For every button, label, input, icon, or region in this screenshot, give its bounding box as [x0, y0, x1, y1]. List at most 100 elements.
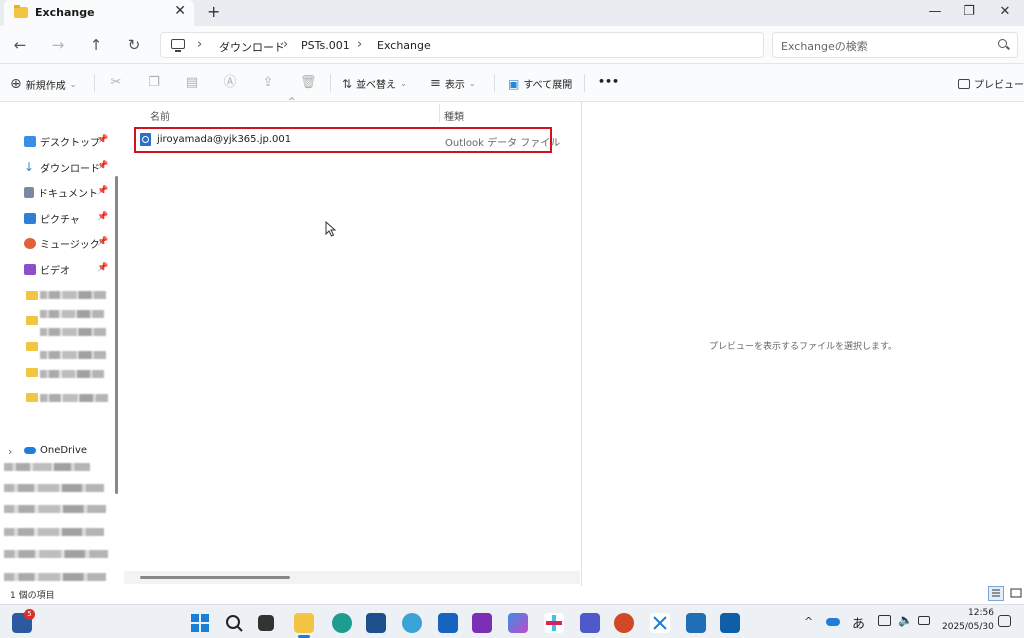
copy-icon[interactable]: ❐ — [146, 75, 162, 91]
sidebar-item-blurred[interactable] — [4, 505, 106, 513]
sort-icon: ⇅ — [342, 76, 353, 91]
sidebar-item-documents[interactable]: ドキュメント — [24, 183, 98, 201]
sort-label: 並べ替え — [356, 80, 397, 91]
notification-icon[interactable] — [998, 615, 1011, 627]
cloud-icon — [24, 446, 36, 454]
sidebar-item-blurred[interactable] — [40, 291, 106, 299]
details-view-button[interactable] — [988, 586, 1004, 601]
paste-icon[interactable]: ▤ — [184, 75, 200, 91]
refresh-button[interactable]: ↻ — [124, 36, 144, 54]
close-window-button[interactable]: ✕ — [988, 0, 1022, 22]
new-tab-button[interactable]: + — [207, 2, 220, 21]
breadcrumb-downloads[interactable]: ダウンロード — [219, 39, 285, 55]
sidebar-item-music[interactable]: ミュージック — [24, 234, 100, 252]
cut-icon[interactable]: ✂ — [108, 75, 124, 91]
address-bar[interactable]: › ダウンロード › PSTs.001 › Exchange — [160, 32, 764, 58]
sort-button[interactable]: ⇅ 並べ替え ⌄ — [342, 76, 407, 92]
divider — [94, 74, 95, 92]
forward-button[interactable]: → — [48, 36, 68, 54]
minimize-button[interactable]: — — [918, 0, 952, 22]
sidebar-item-blurred[interactable] — [4, 528, 104, 536]
chevron-down-icon: ⌄ — [69, 79, 77, 89]
search-box[interactable] — [772, 32, 1018, 58]
outlook-icon[interactable] — [438, 613, 458, 633]
snipping-tool-icon[interactable] — [650, 613, 670, 633]
edge-icon[interactable] — [332, 613, 352, 633]
sidebar-item-blurred[interactable] — [40, 351, 106, 359]
slack-icon[interactable] — [544, 613, 564, 633]
clock-date[interactable]: 2025/05/30 — [942, 622, 994, 632]
sidebar-item-blurred[interactable] — [40, 310, 104, 318]
notification-badge: 5 — [24, 609, 35, 620]
chevron-up-icon[interactable]: ^ — [804, 615, 813, 628]
delete-icon[interactable]: 🗑 — [300, 75, 317, 91]
breadcrumb-psts[interactable]: PSTs.001 — [301, 39, 350, 52]
taskbar: 5 ^ あ 🔈 — [0, 604, 1024, 638]
expand-all-button[interactable]: ▣ すべて展開 — [508, 76, 572, 92]
up-button[interactable]: ↑ — [86, 36, 106, 54]
sidebar-item-pictures[interactable]: ピクチャ — [24, 209, 80, 227]
preview-label: プレビュー — [974, 80, 1024, 91]
sidebar-item-label: ビデオ — [40, 265, 70, 277]
sidebar-item-blurred[interactable] — [40, 394, 108, 402]
sidebar-item-blurred[interactable] — [4, 573, 106, 581]
maximize-button[interactable]: ❐ — [952, 0, 986, 22]
sidebar-scrollbar[interactable] — [115, 176, 118, 494]
horizontal-scrollbar[interactable] — [140, 576, 290, 579]
column-divider[interactable] — [439, 104, 440, 122]
onenote-icon[interactable] — [472, 613, 492, 633]
more-options-button[interactable]: ••• — [598, 75, 619, 88]
powerpoint-icon[interactable] — [614, 613, 634, 633]
app-icon[interactable] — [402, 613, 422, 633]
folder-icon — [26, 291, 38, 300]
volume-icon[interactable]: 🔈 — [898, 613, 913, 627]
battery-icon[interactable] — [918, 616, 930, 625]
outlook-new-icon[interactable] — [720, 613, 740, 633]
new-button[interactable]: ⊕ 新規作成 ⌄ — [10, 76, 76, 92]
sidebar-item-desktop[interactable]: デスクトップ — [24, 132, 100, 150]
touch-keyboard-icon[interactable] — [878, 615, 891, 626]
ime-mode[interactable]: あ — [852, 613, 865, 632]
onedrive-cloud-icon[interactable] — [826, 618, 840, 626]
sidebar-item-blurred[interactable] — [4, 484, 104, 492]
expand-folder-icon: ▣ — [508, 76, 520, 91]
large-icons-view-button[interactable] — [1008, 586, 1024, 601]
teams-icon[interactable] — [580, 613, 600, 633]
clock-time[interactable]: 12:56 — [968, 608, 994, 618]
outlook-data-file-icon — [140, 133, 151, 146]
tab-exchange[interactable]: Exchange ✕ — [4, 0, 194, 26]
chevron-right-icon: › — [283, 37, 289, 52]
share-icon[interactable]: ⇪ — [260, 75, 276, 91]
task-view-icon[interactable] — [258, 615, 274, 631]
rename-icon[interactable]: Ⓐ — [222, 75, 238, 91]
sidebar-item-blurred[interactable] — [4, 463, 90, 471]
video-icon — [24, 263, 36, 275]
breadcrumb-exchange[interactable]: Exchange — [377, 39, 431, 52]
search-icon[interactable] — [224, 613, 244, 633]
search-input[interactable] — [781, 37, 981, 55]
sidebar-item-blurred[interactable] — [4, 550, 108, 558]
sidebar-item-onedrive[interactable]: OneDrive — [24, 441, 87, 459]
chevron-right-icon: › — [197, 37, 203, 52]
folder-icon — [14, 5, 28, 18]
search-icon[interactable] — [998, 39, 1007, 48]
media-player-icon[interactable] — [686, 613, 706, 633]
column-header-name[interactable]: 名前 — [150, 108, 170, 123]
store-icon[interactable] — [366, 613, 386, 633]
chevron-right-icon[interactable]: › — [8, 445, 12, 458]
view-button[interactable]: ≡ 表示 ⌄ — [430, 76, 476, 91]
sidebar-item-downloads[interactable]: ↓ ダウンロード — [24, 158, 100, 176]
sidebar-item-blurred[interactable] — [40, 370, 104, 378]
sidebar-item-videos[interactable]: ビデオ — [24, 260, 70, 278]
file-explorer-icon[interactable] — [294, 613, 314, 633]
pin-icon: 📌 — [97, 161, 109, 171]
title-bar: Exchange ✕ + — ❐ ✕ — [0, 0, 1024, 26]
m365-icon[interactable] — [508, 613, 528, 633]
close-tab-button[interactable]: ✕ — [174, 3, 186, 19]
folder-icon — [26, 316, 38, 325]
sidebar-item-blurred[interactable] — [40, 328, 106, 336]
start-icon[interactable] — [190, 613, 210, 633]
column-header-type[interactable]: 種類 — [444, 108, 464, 123]
back-button[interactable]: ← — [10, 36, 30, 54]
preview-pane-button[interactable]: プレビュー — [958, 76, 1024, 91]
